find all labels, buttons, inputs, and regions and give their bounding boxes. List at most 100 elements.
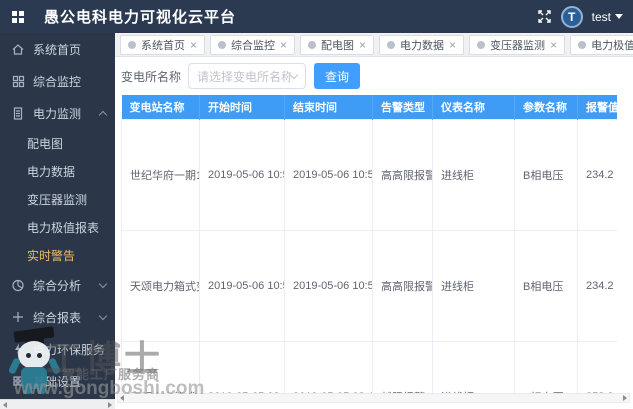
tab-home[interactable]: 系统首页 × bbox=[120, 34, 206, 55]
column-header: 结束时间 bbox=[284, 95, 373, 119]
tab-transformer-monitor[interactable]: 变压器监测 × bbox=[469, 34, 566, 55]
tab-close-icon[interactable]: × bbox=[359, 39, 366, 51]
tab-distribution-map[interactable]: 配电图 × bbox=[300, 34, 375, 55]
sidebar-item-label: 综合分析 bbox=[33, 278, 82, 293]
sidebar-item-label: 电力监测 bbox=[33, 106, 82, 121]
app-window: 愚公电科电力可视化云平台 T test 系统首页 综合监控 电力监测 配电图 电… bbox=[0, 0, 633, 409]
tab-status-dot-icon bbox=[218, 40, 227, 49]
tab-label: 电力数据 bbox=[400, 39, 445, 52]
user-menu[interactable]: test bbox=[592, 10, 623, 24]
sidebar-item-extreme-report[interactable]: 电力极值报表 bbox=[0, 213, 115, 241]
cell-alarm-value: 234.2 bbox=[577, 229, 617, 342]
column-header: 开始时间 bbox=[199, 95, 285, 119]
sidebar-item-label: 电力极值报表 bbox=[27, 220, 100, 235]
column-header: 变电站名称 bbox=[121, 95, 200, 119]
content-area: 变电所名称 请选择变电所名称 查询 变电站名称 开始时间 结束时间 告警类型 仪… bbox=[115, 57, 633, 409]
tab-power-data[interactable]: 电力数据 × bbox=[379, 34, 465, 55]
tab-monitoring[interactable]: 综合监控 × bbox=[210, 34, 296, 55]
logo-square bbox=[12, 10, 17, 16]
sidebar-item-home[interactable]: 系统首页 bbox=[0, 33, 115, 65]
tab-label: 配电图 bbox=[321, 39, 355, 52]
user-name: test bbox=[591, 9, 611, 24]
scroll-right-arrow-icon[interactable] bbox=[108, 401, 112, 408]
table-row[interactable]: 天颂电力箱式变电站 2019-05-05 03:49:00 2019-05-05… bbox=[121, 340, 617, 395]
alarm-table-wrapper: 变电站名称 开始时间 结束时间 告警类型 仪表名称 参数名称 报警值 世纪华府一… bbox=[121, 95, 617, 395]
cell-end-time: 2019-05-06 10:52:58 bbox=[284, 229, 373, 342]
sidebar-nav: 系统首页 综合监控 电力监测 配电图 电力数据 变压器监测 电力极值报表 实时警… bbox=[0, 33, 115, 409]
substation-select[interactable]: 请选择变电所名称 bbox=[188, 63, 307, 89]
sidebar-item-power-data[interactable]: 电力数据 bbox=[0, 157, 115, 185]
sidebar-item-distribution-map[interactable]: 配电图 bbox=[0, 129, 115, 157]
cell-alarm-type: 高高限报警 bbox=[372, 229, 433, 342]
scroll-left-arrow-icon[interactable] bbox=[120, 395, 124, 401]
cell-meter-name: 进线柜 bbox=[432, 118, 515, 231]
tab-label: 系统首页 bbox=[141, 39, 185, 52]
tab-close-icon[interactable]: × bbox=[550, 39, 557, 51]
tab-close-icon[interactable]: × bbox=[190, 39, 197, 51]
query-button[interactable]: 查询 bbox=[314, 63, 361, 89]
user-avatar[interactable]: T bbox=[560, 5, 583, 28]
tab-label: 电力极值报表 bbox=[591, 39, 633, 52]
column-header: 告警类型 bbox=[372, 95, 433, 119]
select-placeholder: 请选择变电所名称 bbox=[197, 69, 292, 84]
top-header: 愚公电科电力可视化云平台 T test bbox=[0, 0, 633, 33]
logo-square bbox=[19, 10, 24, 16]
sidebar-horizontal-scrollbar[interactable] bbox=[0, 399, 115, 409]
sidebar-item-transformer-monitor[interactable]: 变压器监测 bbox=[0, 185, 115, 213]
tab-close-icon[interactable]: × bbox=[280, 39, 287, 51]
scroll-left-arrow-icon[interactable] bbox=[3, 401, 7, 408]
cell-alarm-value: 234.2 bbox=[577, 118, 617, 231]
tab-close-icon[interactable]: × bbox=[449, 39, 456, 51]
main-area: 系统首页 × 综合监控 × 配电图 × 电力数据 × 变压器监测 × 电力极值 … bbox=[115, 33, 633, 409]
sidebar-item-label: 电力环保服务 bbox=[33, 342, 106, 357]
cell-start-time: 2019-05-06 10:54:01 bbox=[199, 118, 285, 231]
cell-param-name: B相电压 bbox=[514, 118, 578, 231]
sidebar-item-label: 综合报表 bbox=[33, 310, 82, 325]
fullscreen-icon[interactable] bbox=[537, 9, 552, 24]
cell-alarm-value: 253.2 bbox=[577, 340, 617, 395]
filter-row: 变电所名称 请选择变电所名称 查询 bbox=[121, 63, 633, 89]
logo-square bbox=[12, 17, 17, 23]
sidebar-item-label: 配电图 bbox=[27, 136, 64, 151]
scroll-right-arrow-icon[interactable] bbox=[623, 395, 627, 401]
tab-status-dot-icon bbox=[387, 40, 396, 49]
tab-status-dot-icon bbox=[578, 40, 587, 49]
cell-end-time: 2019-05-06 10:54:01 bbox=[284, 118, 373, 231]
cell-param-name: A相电压 bbox=[514, 340, 578, 395]
tab-status-dot-icon bbox=[477, 40, 486, 49]
grid-icon bbox=[11, 74, 25, 88]
tab-label: 综合监控 bbox=[231, 39, 276, 52]
table-row[interactable]: 世纪华府一期1#变 2019-05-06 10:54:01 2019-05-06… bbox=[121, 118, 617, 231]
column-header: 仪表名称 bbox=[432, 95, 515, 119]
tab-status-dot-icon bbox=[308, 40, 317, 49]
cell-alarm-type: 高高限报警 bbox=[372, 118, 433, 231]
squares-icon bbox=[11, 374, 25, 388]
column-header: 报警值 bbox=[577, 95, 617, 119]
sidebar-item-label: 电力数据 bbox=[27, 164, 76, 179]
cell-meter-name: 进线柜 bbox=[432, 340, 515, 395]
sidebar-item-basic-settings[interactable]: 基础设置 bbox=[0, 365, 115, 397]
header-actions: T test bbox=[537, 5, 623, 28]
sidebar-item-monitoring[interactable]: 综合监控 bbox=[0, 65, 115, 97]
app-title: 愚公电科电力可视化云平台 bbox=[44, 9, 237, 26]
tab-bar: 系统首页 × 综合监控 × 配电图 × 电力数据 × 变压器监测 × 电力极值 bbox=[115, 33, 633, 57]
app-logo-grid-icon[interactable] bbox=[12, 10, 24, 23]
plus-icon bbox=[11, 310, 25, 324]
caret-down-icon bbox=[615, 14, 623, 19]
sidebar-item-analysis[interactable]: 综合分析 bbox=[0, 269, 115, 301]
chevron-down-icon bbox=[98, 279, 108, 288]
table-horizontal-scrollbar[interactable] bbox=[117, 393, 630, 403]
sidebar-item-power-monitor[interactable]: 电力监测 bbox=[0, 97, 115, 129]
sidebar-item-realtime-alarm[interactable]: 实时警告 bbox=[0, 241, 115, 269]
table-row[interactable]: 天颂电力箱式变电站 2019-05-06 10:52:58 2019-05-06… bbox=[121, 229, 617, 342]
pie-chart-icon bbox=[11, 278, 25, 292]
tab-status-dot-icon bbox=[128, 40, 136, 49]
table-header-row: 变电站名称 开始时间 结束时间 告警类型 仪表名称 参数名称 报警值 bbox=[121, 95, 617, 119]
chevron-down-icon bbox=[289, 70, 299, 79]
logo-square bbox=[19, 17, 24, 23]
chevron-down-icon bbox=[98, 311, 108, 320]
cell-substation: 世纪华府一期1#变 bbox=[121, 118, 200, 231]
tab-extreme-report[interactable]: 电力极值报表 × bbox=[570, 34, 633, 55]
sidebar-item-reports[interactable]: 综合报表 bbox=[0, 301, 115, 333]
sidebar-item-power-service[interactable]: 电力环保服务 bbox=[0, 333, 115, 365]
